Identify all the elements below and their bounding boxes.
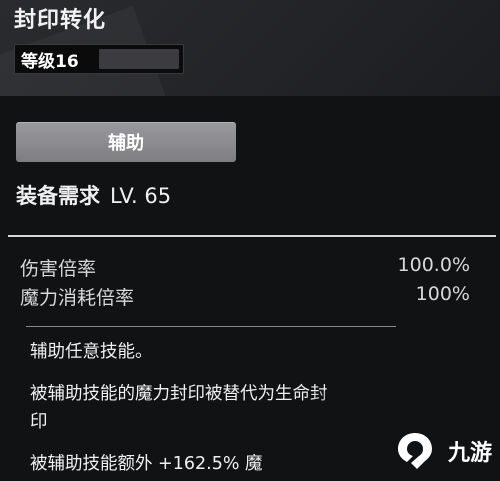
stat-mana-cost-value: 100% bbox=[415, 283, 470, 305]
description-line-2b: 印 bbox=[30, 412, 48, 432]
stat-mana-cost-label: 魔力消耗倍率 bbox=[20, 287, 135, 309]
level-progress-bar bbox=[99, 49, 179, 69]
support-tag-button[interactable]: 辅助 bbox=[16, 122, 236, 162]
description-line-3: 被辅助技能额外 +162.5% 魔 bbox=[30, 454, 263, 474]
nine-game-logo-icon bbox=[398, 433, 432, 469]
description-line-1: 辅助任意技能。 bbox=[30, 342, 153, 362]
stats-divider bbox=[26, 326, 396, 327]
requirement-label: 装备需求 bbox=[16, 184, 100, 208]
level-indicator: 等级16 bbox=[14, 44, 184, 74]
stat-damage-label: 伤害倍率 bbox=[20, 258, 97, 280]
gem-header: 封印转化 等级16 bbox=[0, 0, 500, 96]
watermark-text: 九游 bbox=[447, 441, 492, 466]
level-label: 等级16 bbox=[21, 51, 79, 72]
equip-requirement: 装备需求 LV. 65 bbox=[16, 180, 171, 210]
requirement-value: LV. 65 bbox=[110, 184, 172, 208]
section-divider bbox=[8, 235, 496, 237]
stat-damage-value: 100.0% bbox=[397, 254, 470, 276]
gem-title: 封印转化 bbox=[14, 8, 107, 33]
description-line-2a: 被辅助技能的魔力封印被替代为生命封 bbox=[30, 384, 328, 404]
